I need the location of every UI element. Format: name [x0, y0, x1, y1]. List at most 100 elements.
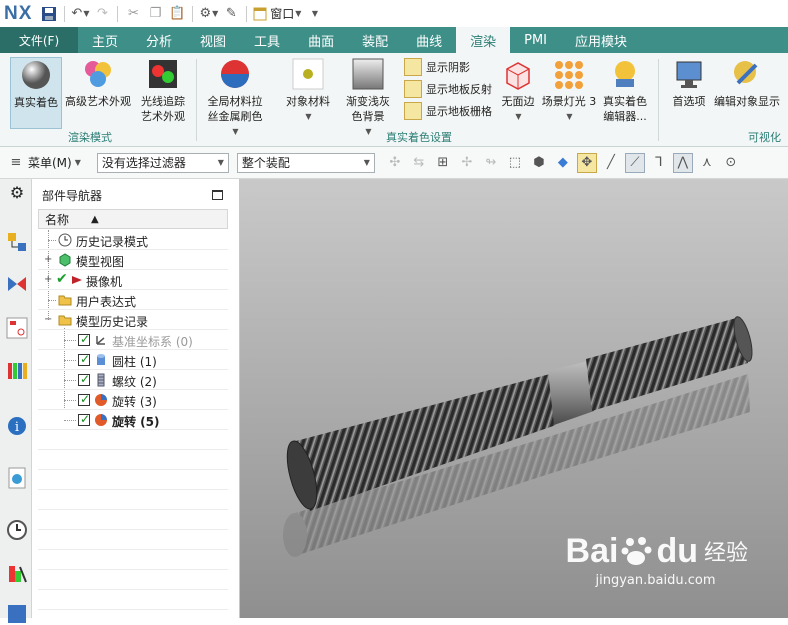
preferences-button[interactable]: 首选项	[666, 57, 712, 109]
settings-icon[interactable]: ⚙	[6, 183, 28, 205]
paste-icon[interactable]: 📋	[168, 4, 186, 24]
assembly-navigator-icon[interactable]	[6, 231, 28, 253]
tab-home[interactable]: 主页	[78, 27, 132, 53]
system-material-icon[interactable]	[6, 563, 28, 585]
edit-object-display-button[interactable]: 编辑对象显示	[712, 57, 782, 109]
graphics-viewport[interactable]: Bai du 经验 jingyan.baidu.com	[240, 179, 788, 618]
solid-body-icon[interactable]: ⬢	[529, 153, 549, 173]
camera-icon	[72, 276, 82, 284]
collapse-icon[interactable]: −	[44, 314, 52, 325]
baidu-watermark: Bai du 经验 jingyan.baidu.com	[565, 532, 748, 588]
no-face-edge-button[interactable]: 无面边 ▼	[498, 57, 538, 124]
tab-applications[interactable]: 应用模块	[561, 27, 641, 53]
tab-tools[interactable]: 工具	[240, 27, 294, 53]
column-header-name[interactable]: 名称 ▲	[38, 209, 228, 229]
visibility-checkbox[interactable]	[78, 412, 90, 426]
snap-point-icon[interactable]: ✥	[576, 152, 597, 173]
deselect-icon[interactable]: ✢	[457, 153, 477, 173]
clock-icon	[58, 233, 72, 247]
menu-button[interactable]: 菜单(M)	[28, 154, 72, 171]
undo-icon[interactable]: ↶ ▼	[71, 4, 89, 24]
tab-render[interactable]: 渲染	[456, 27, 511, 53]
checkmark-icon: ✔	[56, 271, 68, 287]
reuse-library-icon[interactable]	[6, 359, 28, 381]
tab-analysis[interactable]: 分析	[132, 27, 186, 53]
maximize-icon[interactable]	[212, 190, 223, 200]
intersection-icon[interactable]: ⋏	[697, 153, 717, 173]
save-icon[interactable]	[40, 4, 58, 24]
filter-icon[interactable]: ⇆	[409, 153, 429, 173]
true-shading-button[interactable]: 真实着色	[10, 57, 62, 129]
selection-scope-select[interactable]: 整个装配 ▼	[236, 152, 375, 173]
show-floor-reflection-toggle[interactable]: 显示地板反射	[404, 79, 492, 99]
expand-icon[interactable]: +	[44, 254, 52, 265]
repeat-command-icon[interactable]: ⚙ ▼	[199, 4, 218, 24]
thread-icon	[97, 373, 105, 387]
history-icon[interactable]	[6, 519, 28, 541]
visibility-checkbox[interactable]	[78, 372, 90, 386]
cut-icon[interactable]: ✂	[124, 4, 142, 24]
window-icon	[253, 7, 267, 20]
end-point-icon[interactable]: ╱	[601, 153, 621, 173]
role-icon[interactable]	[6, 603, 28, 625]
tree-row-thread[interactable]: 螺纹 (2)	[38, 370, 228, 390]
redo-icon[interactable]: ↷	[93, 4, 111, 24]
tree-row-datum-csys[interactable]: 基准坐标系 (0)	[38, 330, 228, 350]
tree-line	[48, 240, 56, 241]
sheet-body-icon[interactable]: ◆	[553, 153, 573, 173]
object-material-button[interactable]: 对象材料 ▼	[282, 57, 334, 124]
empty-row	[38, 450, 228, 470]
tree-row-cameras[interactable]: + ✔ 摄像机	[38, 270, 228, 290]
edge-pick-icon[interactable]: ↬	[481, 153, 501, 173]
group-label-render-mode: 渲染模式	[68, 131, 112, 144]
arc-center-icon[interactable]: ⊙	[721, 153, 741, 173]
type-filter-select[interactable]: 没有选择过滤器 ▼	[96, 152, 229, 173]
file-tab[interactable]: 文件(F)	[0, 27, 78, 53]
tree-row-revolve-3[interactable]: 旋转 (3)	[38, 390, 228, 410]
copy-icon[interactable]: ❐	[146, 4, 164, 24]
part-navigator-icon[interactable]	[6, 317, 28, 339]
visibility-checkbox[interactable]	[78, 392, 90, 406]
global-material-icon	[221, 60, 249, 88]
expand-icon[interactable]: +	[44, 274, 52, 285]
floor-grid-icon	[404, 102, 422, 120]
raytrace-art-button[interactable]: 光线追踪 艺术外观	[134, 57, 192, 124]
visibility-checkbox[interactable]	[78, 332, 90, 346]
folder-open-icon	[58, 315, 72, 326]
web-browser-icon[interactable]	[6, 467, 28, 489]
tab-surface[interactable]: 曲面	[294, 27, 348, 53]
menu-icon: ≡	[10, 155, 22, 170]
scene-light-button[interactable]: 场景灯光 3 ▼	[540, 57, 598, 124]
general-selection-icon[interactable]: ✣	[385, 153, 405, 173]
tree-row-revolve-5[interactable]: 旋转 (5)	[38, 410, 228, 430]
control-point-icon[interactable]: ⋀	[672, 152, 693, 173]
quick-access-toolbar: NX ↶ ▼ ↷ ✂ ❐ 📋 ⚙ ▼ ✎ 窗口 ▼ ▼	[0, 0, 788, 27]
tree-row-cylinder[interactable]: 圆柱 (1)	[38, 350, 228, 370]
visibility-checkbox[interactable]	[78, 352, 90, 366]
show-shadow-toggle[interactable]: 显示阴影	[404, 57, 470, 77]
mid-point-icon[interactable]: ⟋	[624, 152, 645, 173]
customize-qat-icon[interactable]: ▼	[305, 4, 323, 24]
tab-curve[interactable]: 曲线	[402, 27, 456, 53]
curve-icon[interactable]: ⅂	[649, 153, 669, 173]
window-menu[interactable]: 窗口 ▼	[253, 4, 301, 24]
select-all-icon[interactable]: ⊞	[433, 153, 453, 173]
global-material-button[interactable]: 全局材料拉 丝金属刷色 ▼	[202, 57, 268, 139]
tree-row-model-views[interactable]: + 模型视图	[38, 250, 228, 270]
constraint-navigator-icon[interactable]	[6, 273, 28, 295]
tab-assembly[interactable]: 装配	[348, 27, 402, 53]
advanced-art-button[interactable]: 高级艺术外观	[63, 57, 133, 109]
touch-mode-icon[interactable]: ✎	[222, 4, 240, 24]
scene-light-icon	[555, 61, 583, 89]
show-floor-grid-toggle[interactable]: 显示地板栅格	[404, 101, 492, 121]
tab-view[interactable]: 视图	[186, 27, 240, 53]
tree-row-model-history[interactable]: − 模型历史记录	[38, 310, 228, 330]
empty-row	[38, 570, 228, 590]
gradient-background-button[interactable]: 渐变浅灰 色背景 ▼	[340, 57, 396, 139]
rectangle-select-icon[interactable]: ⬚	[505, 153, 525, 173]
tree-row-user-expressions[interactable]: 用户表达式	[38, 290, 228, 310]
true-shading-editor-button[interactable]: 真实着色 编辑器...	[600, 57, 650, 124]
info-icon[interactable]: i	[6, 415, 28, 437]
tab-pmi[interactable]: PMI	[510, 27, 561, 53]
tree-row-history-mode[interactable]: 历史记录模式	[38, 230, 228, 250]
